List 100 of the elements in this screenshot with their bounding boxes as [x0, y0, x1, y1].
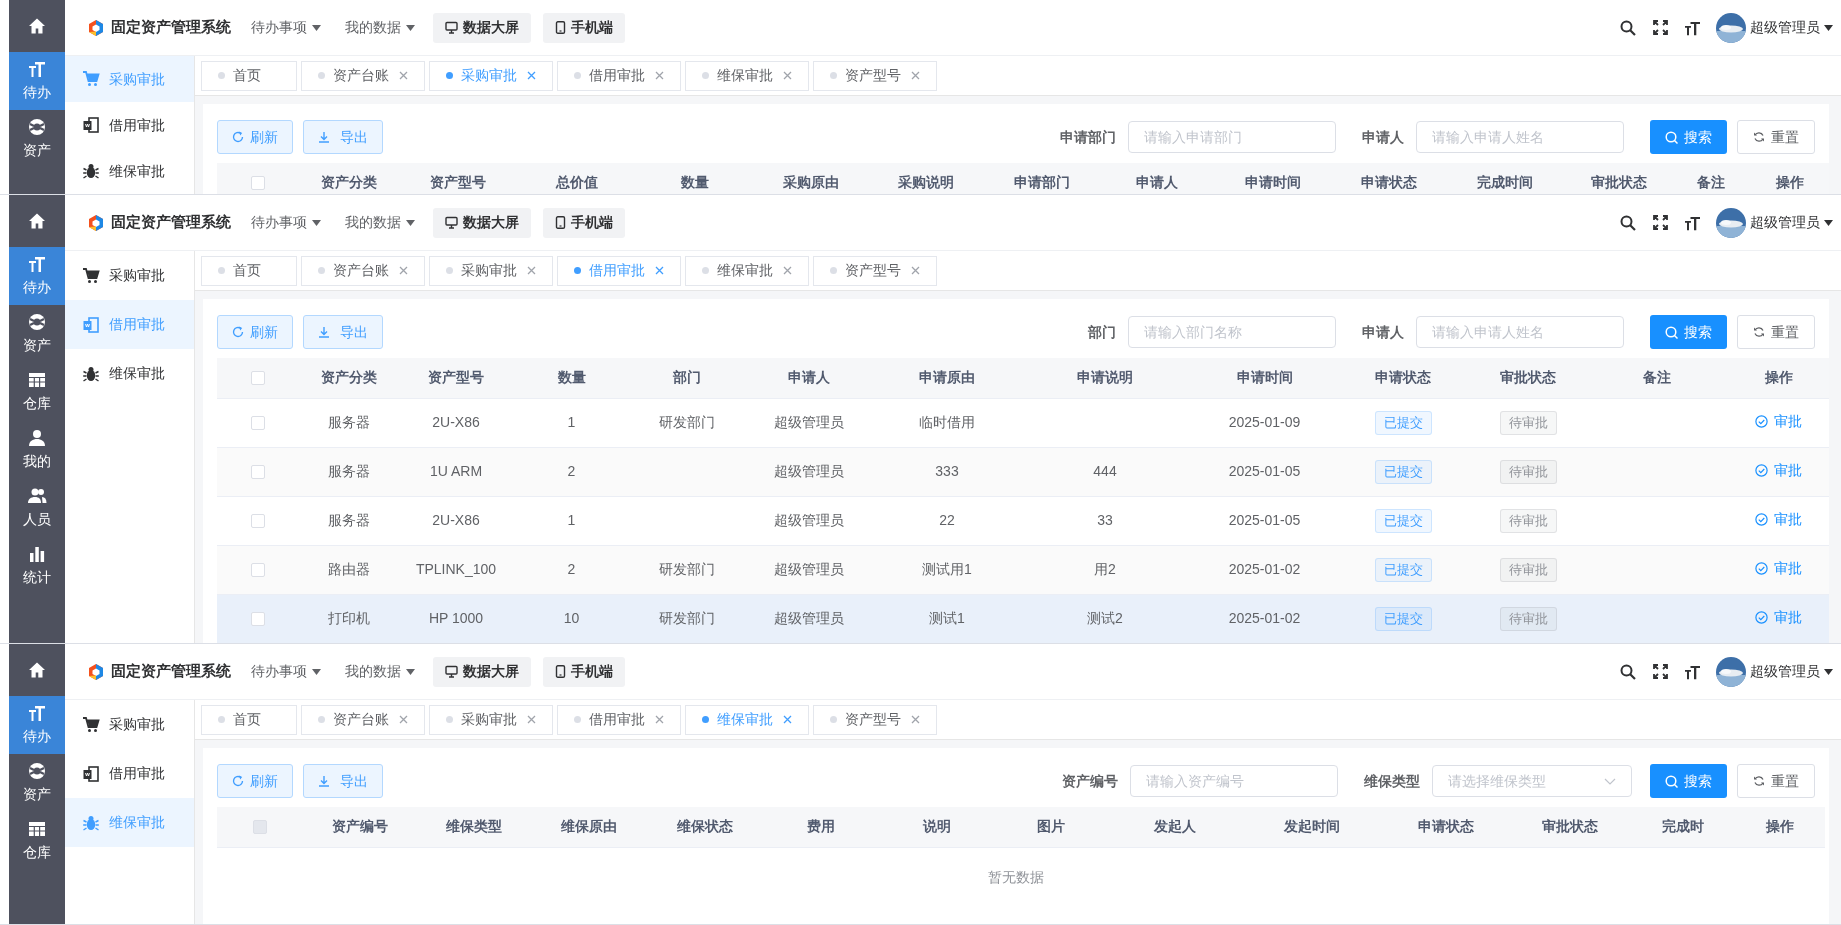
tab[interactable]: 维保审批 — [685, 60, 809, 91]
avatar — [1716, 207, 1746, 238]
filter-label: 资产编号 — [1062, 771, 1118, 791]
subnav-item[interactable]: 借用审批 — [65, 749, 194, 798]
column-header: 审批状态 — [1591, 174, 1647, 191]
subnav-item[interactable]: 维保审批 — [65, 349, 194, 398]
approve-link[interactable]: 审批 — [1755, 509, 1802, 530]
row-checkbox[interactable] — [251, 415, 265, 430]
row-checkbox[interactable] — [251, 513, 265, 528]
menu-dropdown[interactable]: 待办事项 — [245, 212, 327, 233]
empty-message: 暂无数据 — [988, 868, 1044, 887]
header-button[interactable]: 手机端 — [543, 12, 625, 43]
column-header: 发起人 — [1153, 818, 1196, 835]
status-tag: 待审批 — [1499, 606, 1557, 631]
column-header: 资产分类 — [320, 174, 377, 191]
rail-item[interactable]: 资产 — [9, 754, 65, 812]
header-button[interactable]: 手机端 — [543, 207, 625, 238]
rail-item[interactable]: 待办 — [9, 52, 65, 110]
tab[interactable]: 首页 — [201, 60, 297, 91]
rail-item[interactable]: 统计 — [9, 537, 65, 595]
column-header: 申请人 — [787, 369, 830, 386]
menu-dropdown[interactable]: 我的数据 — [339, 212, 421, 233]
subnav-item[interactable]: 采购审批 — [65, 251, 194, 300]
reset-button[interactable]: 重置 — [1737, 315, 1815, 349]
monitor-icon — [445, 21, 458, 34]
menu-dropdown[interactable]: 待办事项 — [245, 17, 327, 38]
table-cell: 33 — [1097, 512, 1113, 528]
input-field[interactable]: 请输入申请人姓名 — [1416, 316, 1624, 348]
rail-item[interactable]: 仓库 — [9, 812, 65, 870]
cart-icon — [82, 715, 100, 734]
input-field[interactable]: 请输入资产编号 — [1130, 765, 1338, 797]
status-tag: 已提交 — [1374, 606, 1432, 631]
approve-link[interactable]: 审批 — [1755, 411, 1802, 432]
table-cell: 1 — [567, 414, 576, 430]
tab[interactable]: 首页 — [201, 255, 297, 286]
subnav-item[interactable]: 维保审批 — [65, 148, 194, 194]
tab[interactable]: 资产台账 — [301, 704, 425, 735]
column-header: 维保原由 — [561, 818, 617, 835]
select-all-checkbox[interactable] — [251, 175, 265, 190]
header-button[interactable]: 手机端 — [543, 656, 625, 687]
column-header: 申请部门 — [1013, 174, 1070, 191]
tab[interactable]: 资产型号 — [813, 704, 937, 735]
table-cell: 1 — [567, 512, 576, 528]
app-title: 固定资产管理系统 — [111, 661, 231, 682]
table-cell: 333 — [935, 463, 959, 479]
tab[interactable]: 采购审批 — [429, 255, 553, 286]
header-button[interactable]: 数据大屏 — [433, 207, 531, 238]
tab[interactable]: 资产型号 — [813, 60, 937, 91]
check-circle-icon — [1755, 513, 1768, 526]
status-tag: 已提交 — [1374, 508, 1432, 533]
tab[interactable]: 采购审批 — [429, 704, 553, 735]
tab[interactable]: 首页 — [201, 704, 297, 735]
select-all-checkbox[interactable] — [251, 370, 265, 385]
table-cell: 服务器 — [327, 463, 370, 479]
refresh-icon — [232, 131, 244, 143]
user-menu[interactable]: 超级管理员 — [1716, 207, 1833, 238]
menu-dropdown[interactable]: 我的数据 — [339, 17, 421, 38]
reset-button[interactable]: 重置 — [1737, 764, 1815, 798]
input-field[interactable]: 请输入申请部门 — [1128, 121, 1336, 153]
input-field[interactable]: 请输入部门名称 — [1128, 316, 1336, 348]
tab[interactable]: 资产台账 — [301, 60, 425, 91]
cart-icon — [82, 266, 100, 285]
tab[interactable]: 资产型号 — [813, 255, 937, 286]
search-icon — [1620, 663, 1636, 680]
column-header: 审批状态 — [1541, 818, 1598, 835]
tab[interactable]: 借用审批 — [557, 704, 681, 735]
user-icon — [27, 428, 47, 448]
column-header: 数量 — [557, 369, 586, 386]
row-checkbox[interactable] — [251, 611, 265, 626]
table-cell: 2025-01-09 — [1228, 414, 1301, 430]
header-button[interactable]: 数据大屏 — [433, 12, 531, 43]
user-menu[interactable]: 超级管理员 — [1716, 12, 1833, 43]
row-checkbox[interactable] — [251, 562, 265, 577]
table-cell: 2025-01-02 — [1228, 610, 1301, 626]
subnav-item[interactable]: 借用审批 — [65, 102, 194, 148]
column-header: 费用 — [807, 818, 835, 835]
rail-item[interactable]: 待办 — [9, 696, 65, 754]
table-cell: 服务器 — [327, 512, 370, 528]
user-menu[interactable]: 超级管理员 — [1716, 656, 1833, 687]
rail-item[interactable]: 待办 — [9, 247, 65, 305]
font-size-icon — [1683, 214, 1701, 231]
rail-item[interactable]: 我的 — [9, 421, 65, 479]
tab[interactable]: 维保审批 — [685, 255, 809, 286]
rail-item[interactable]: 资产 — [9, 305, 65, 363]
rail-item[interactable]: 人员 — [9, 479, 65, 537]
tab[interactable]: 借用审批 — [557, 60, 681, 91]
menu-dropdown[interactable]: 我的数据 — [339, 661, 421, 682]
reset-button[interactable]: 重置 — [1737, 120, 1815, 154]
row-checkbox[interactable] — [251, 464, 265, 479]
column-header: 操作 — [1776, 174, 1804, 191]
input-field[interactable]: 请输入申请人姓名 — [1416, 121, 1624, 153]
status-tag: 已提交 — [1374, 557, 1432, 582]
rail-item[interactable]: 仓库 — [9, 363, 65, 421]
subnav-item[interactable]: 采购审批 — [65, 700, 194, 749]
caret-icon — [1824, 668, 1833, 675]
tab[interactable]: 资产台账 — [301, 255, 425, 286]
menu-dropdown[interactable]: 待办事项 — [245, 661, 327, 682]
rail-item[interactable]: 资产 — [9, 110, 65, 168]
status-tag: 已提交 — [1374, 410, 1432, 435]
header-button[interactable]: 数据大屏 — [433, 656, 531, 687]
